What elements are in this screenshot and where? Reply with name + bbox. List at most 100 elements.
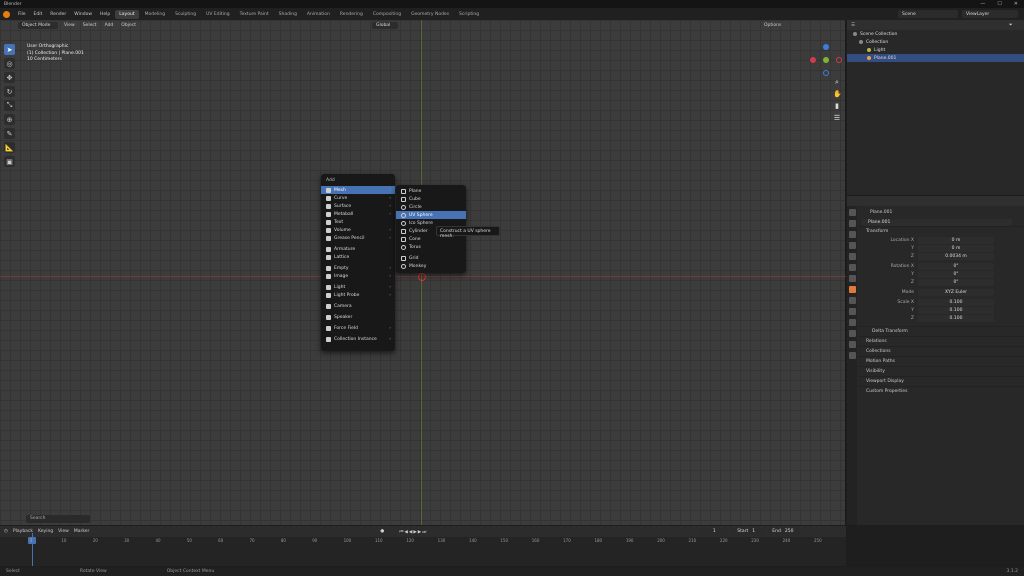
- scene-tab-icon[interactable]: [848, 253, 856, 260]
- viewport-menu-select[interactable]: Select: [81, 23, 99, 28]
- viewport-options-button[interactable]: Options: [762, 23, 783, 28]
- render-tab-icon[interactable]: [848, 220, 856, 227]
- annotate-tool-icon[interactable]: ✎: [4, 128, 15, 139]
- motion-paths-panel[interactable]: Motion Paths: [858, 356, 1024, 366]
- rotation-z-field[interactable]: 0°: [918, 278, 994, 286]
- menu-window[interactable]: Window: [71, 12, 95, 17]
- mesh-item-uv-sphere[interactable]: UV Sphere: [396, 211, 466, 219]
- mesh-item-grid[interactable]: Grid: [396, 254, 466, 262]
- maximize-button[interactable]: ☐: [997, 1, 1001, 7]
- menu-file[interactable]: File: [15, 12, 29, 17]
- tab-scripting[interactable]: Scripting: [455, 10, 483, 19]
- add-menu-item-force-field[interactable]: Force Field ›: [321, 324, 395, 332]
- neg-z-axis-icon[interactable]: [823, 70, 829, 76]
- measure-tool-icon[interactable]: 📐: [4, 142, 15, 153]
- add-menu-item-armature[interactable]: Armature: [321, 245, 395, 253]
- collection-tab-icon[interactable]: [848, 275, 856, 282]
- scale-y-field[interactable]: 0.100: [918, 306, 994, 314]
- output-tab-icon[interactable]: [848, 231, 856, 238]
- scale-tool-icon[interactable]: ⤡: [4, 100, 15, 111]
- mesh-item-cube[interactable]: Cube: [396, 195, 466, 203]
- outliner-filter-icon[interactable]: ⏷: [1009, 22, 1013, 28]
- neg-x-axis-icon[interactable]: [836, 57, 842, 63]
- timeline-menu-keying[interactable]: Keying: [38, 529, 53, 534]
- add-menu-item-image[interactable]: Image ›: [321, 272, 395, 280]
- add-menu-item-light[interactable]: Light ›: [321, 283, 395, 291]
- visibility-panel[interactable]: Visibility: [858, 366, 1024, 376]
- viewport-search-field[interactable]: Search: [26, 515, 90, 523]
- location-x-field[interactable]: 0 m: [918, 236, 994, 244]
- transform-tool-icon[interactable]: ⊕: [4, 114, 15, 125]
- add-cube-tool-icon[interactable]: ▣: [4, 156, 15, 167]
- add-menu-item-metaball[interactable]: Metaball ›: [321, 210, 395, 218]
- location-y-field[interactable]: 0 m: [918, 244, 994, 252]
- blender-logo-icon[interactable]: [3, 10, 10, 18]
- add-menu-item-speaker[interactable]: Speaker: [321, 313, 395, 321]
- navigation-gizmo[interactable]: [808, 40, 844, 80]
- delta-transform-panel[interactable]: Delta Transform: [858, 326, 1024, 336]
- tab-layout[interactable]: Layout: [115, 9, 139, 19]
- x-axis-icon[interactable]: [810, 57, 816, 63]
- cursor-tool-icon[interactable]: ◎: [4, 58, 15, 69]
- outliner-row-light[interactable]: Light: [847, 46, 1024, 54]
- pan-hand-icon[interactable]: ✋: [833, 90, 842, 98]
- add-menu-item-mesh[interactable]: Mesh ›: [321, 186, 395, 194]
- particles-tab-icon[interactable]: [848, 308, 856, 315]
- viewport-menu-add[interactable]: Add: [103, 23, 116, 28]
- material-tab-icon[interactable]: [848, 352, 856, 359]
- outliner-row-collection[interactable]: Collection: [847, 38, 1024, 46]
- start-frame-field[interactable]: Start 1: [733, 527, 764, 536]
- select-tool-icon[interactable]: ➤: [4, 44, 15, 55]
- scale-z-field[interactable]: 0.100: [918, 314, 994, 322]
- transform-panel-header[interactable]: Transform: [858, 226, 1024, 236]
- tool-tab-icon[interactable]: [848, 209, 856, 216]
- data-tab-icon[interactable]: [848, 341, 856, 348]
- tab-sculpting[interactable]: Sculpting: [171, 10, 200, 19]
- current-frame-field[interactable]: 1: [700, 527, 729, 536]
- rotation-mode-dropdown[interactable]: XYZ Euler: [918, 288, 994, 296]
- add-menu-item-grease-pencil[interactable]: Grease Pencil ›: [321, 234, 395, 242]
- custom-properties-panel[interactable]: Custom Properties: [858, 386, 1024, 396]
- tab-texture-paint[interactable]: Texture Paint: [236, 10, 273, 19]
- add-menu-item-lattice[interactable]: Lattice: [321, 253, 395, 261]
- timeline-menu-view[interactable]: View: [58, 529, 69, 534]
- timeline-menu-marker[interactable]: Marker: [74, 529, 90, 534]
- scene-selector[interactable]: Scene: [898, 10, 958, 18]
- rotate-tool-icon[interactable]: ↻: [4, 86, 15, 97]
- collections-panel[interactable]: Collections: [858, 346, 1024, 356]
- viewport-menu-object[interactable]: Object: [119, 23, 138, 28]
- menu-help[interactable]: Help: [97, 12, 113, 17]
- mesh-item-monkey[interactable]: Monkey: [396, 262, 466, 270]
- timeline-menu-playback[interactable]: Playback: [13, 529, 33, 534]
- minimize-button[interactable]: —: [980, 1, 985, 7]
- viewport-menu-view[interactable]: View: [62, 23, 77, 28]
- object-tab-icon[interactable]: [848, 286, 856, 293]
- menu-render[interactable]: Render: [47, 12, 69, 17]
- rotation-y-field[interactable]: 0°: [918, 270, 994, 278]
- tab-animation[interactable]: Animation: [303, 10, 334, 19]
- mesh-item-cone[interactable]: Cone: [396, 235, 466, 243]
- rotation-x-field[interactable]: 0°: [918, 262, 994, 270]
- world-tab-icon[interactable]: [848, 264, 856, 271]
- tab-shading[interactable]: Shading: [275, 10, 301, 19]
- timeline-editor-icon[interactable]: ◷: [4, 529, 8, 534]
- grid-toggle-icon[interactable]: ☰: [833, 114, 841, 122]
- outliner-editor-icon[interactable]: ☰: [851, 23, 855, 28]
- modifier-tab-icon[interactable]: [848, 297, 856, 304]
- add-menu-item-collection-instance[interactable]: Collection Instance ›: [321, 335, 395, 343]
- zoom-icon[interactable]: ⌕: [833, 78, 841, 86]
- relations-panel[interactable]: Relations: [858, 336, 1024, 346]
- tab-geometry-nodes[interactable]: Geometry Nodes: [407, 10, 453, 19]
- mesh-item-plane[interactable]: Plane: [396, 187, 466, 195]
- close-button[interactable]: ✕: [1014, 1, 1018, 7]
- menu-edit[interactable]: Edit: [31, 12, 46, 17]
- playback-controls-icon[interactable]: ⏮◀◀▶▶⏭: [399, 529, 427, 535]
- z-axis-icon[interactable]: [823, 44, 829, 50]
- transform-orientation-dropdown[interactable]: Global: [371, 21, 398, 29]
- mode-dropdown[interactable]: Object Mode: [18, 21, 58, 29]
- move-tool-icon[interactable]: ✥: [4, 72, 15, 83]
- mesh-item-torus[interactable]: Torus: [396, 243, 466, 251]
- add-menu-item-surface[interactable]: Surface ›: [321, 202, 395, 210]
- tab-uv-editing[interactable]: UV Editing: [202, 10, 233, 19]
- outliner-row-scene-collection[interactable]: Scene Collection: [847, 30, 1024, 38]
